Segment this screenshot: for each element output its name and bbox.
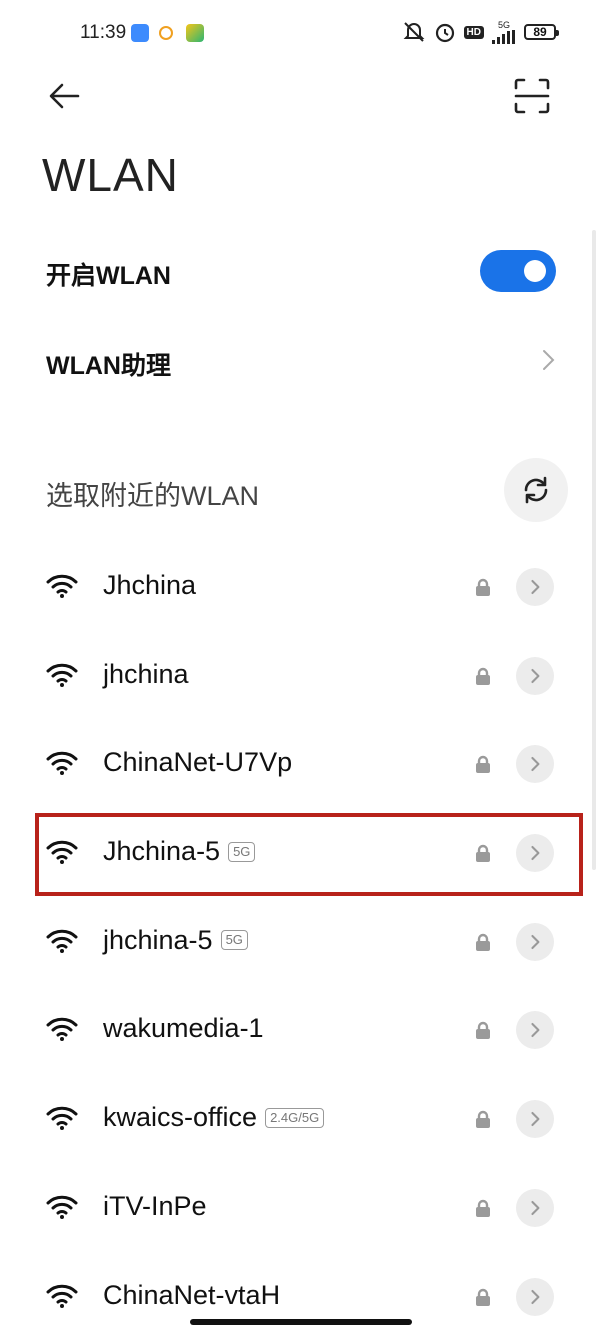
network-name-wrap: ChinaNet-vtaH — [103, 1280, 280, 1311]
network-detail-button[interactable] — [516, 1011, 554, 1049]
refresh-icon — [521, 475, 551, 505]
lock-icon — [474, 1288, 492, 1306]
network-detail-button[interactable] — [516, 1100, 554, 1138]
network-detail-button[interactable] — [516, 745, 554, 783]
wifi-signal-icon — [46, 1283, 78, 1309]
lock-icon — [474, 933, 492, 951]
enable-wlan-label: 开启WLAN — [46, 256, 171, 292]
enable-wlan-toggle[interactable] — [480, 250, 556, 292]
wlan-assistant-label: WLAN助理 — [46, 346, 171, 382]
network-name-wrap: jhchina — [103, 659, 189, 690]
battery-icon: 89 — [524, 24, 556, 40]
network-list: JhchinajhchinaChinaNet-U7VpJhchina-55Gjh… — [0, 543, 600, 1341]
wifi-signal-icon — [46, 928, 78, 954]
network-row[interactable]: iTV-InPe — [0, 1164, 600, 1253]
wifi-signal-icon — [46, 1105, 78, 1131]
network-name-wrap: iTV-InPe — [103, 1191, 207, 1222]
network-row[interactable]: Jhchina — [0, 543, 600, 632]
network-row[interactable]: kwaics-office 2.4G/5G — [0, 1075, 600, 1164]
network-name: wakumedia-1 — [103, 1013, 264, 1044]
home-indicator[interactable] — [190, 1319, 412, 1325]
band-badge: 2.4G/5G — [265, 1108, 324, 1128]
arrow-left-icon — [44, 76, 84, 116]
scan-button[interactable] — [512, 76, 552, 116]
toggle-knob — [524, 260, 546, 282]
chevron-right-icon — [529, 756, 541, 772]
network-name: jhchina — [103, 659, 189, 690]
network-name: Jhchina — [103, 570, 196, 601]
wifi-signal-icon — [46, 573, 78, 599]
network-detail-button[interactable] — [516, 1278, 554, 1316]
network-detail-button[interactable] — [516, 568, 554, 606]
network-name-wrap: Jhchina — [103, 570, 196, 601]
chevron-right-icon — [529, 1022, 541, 1038]
nearby-wlan-label: 选取附近的WLAN — [46, 474, 259, 513]
network-detail-button[interactable] — [516, 1189, 554, 1227]
video-app-icon — [186, 24, 204, 42]
wifi-signal-icon — [46, 662, 78, 688]
chevron-right-icon — [529, 579, 541, 595]
network-name: jhchina-5 — [103, 925, 213, 956]
wlan-assistant-row[interactable]: WLAN助理 — [0, 334, 600, 390]
chevron-right-icon — [540, 348, 556, 372]
network-row[interactable]: wakumedia-1 — [0, 986, 600, 1075]
chevron-right-icon — [529, 668, 541, 684]
network-name-wrap: wakumedia-1 — [103, 1013, 264, 1044]
app-notif-icon — [159, 26, 173, 40]
lock-icon — [474, 1199, 492, 1217]
chevron-right-icon — [529, 1200, 541, 1216]
lock-icon — [474, 1021, 492, 1039]
lock-icon — [474, 1110, 492, 1128]
alarm-icon — [434, 21, 456, 43]
band-badge: 5G — [221, 930, 248, 950]
network-row[interactable]: jhchina — [0, 632, 600, 721]
network-name: iTV-InPe — [103, 1191, 207, 1222]
lock-icon — [474, 578, 492, 596]
network-row[interactable]: ChinaNet-vtaH — [0, 1253, 600, 1341]
feishu-icon — [131, 24, 149, 42]
enable-wlan-row[interactable]: 开启WLAN — [0, 244, 600, 300]
network-row[interactable]: ChinaNet-U7Vp — [0, 720, 600, 809]
page-title: WLAN — [42, 148, 179, 202]
chevron-right-icon — [529, 1289, 541, 1305]
network-name-wrap: jhchina-5 5G — [103, 925, 248, 956]
highlight-box — [35, 813, 583, 896]
network-name: ChinaNet-U7Vp — [103, 747, 292, 778]
wifi-signal-icon — [46, 1194, 78, 1220]
chevron-right-icon — [529, 1111, 541, 1127]
network-name-wrap: kwaics-office 2.4G/5G — [103, 1102, 324, 1133]
mute-icon — [402, 21, 426, 43]
lock-icon — [474, 667, 492, 685]
refresh-button[interactable] — [504, 458, 568, 522]
network-row[interactable]: jhchina-5 5G — [0, 898, 600, 987]
network-name: kwaics-office — [103, 1102, 257, 1133]
status-bar: 11:39 HD 5G 89 — [0, 0, 600, 68]
network-name-wrap: ChinaNet-U7Vp — [103, 747, 292, 778]
qr-scan-icon — [512, 76, 552, 116]
lock-icon — [474, 755, 492, 773]
scrollbar[interactable] — [592, 230, 596, 870]
network-detail-button[interactable] — [516, 923, 554, 961]
chevron-right-icon — [529, 934, 541, 950]
wifi-signal-icon — [46, 750, 78, 776]
network-detail-button[interactable] — [516, 657, 554, 695]
network-name: ChinaNet-vtaH — [103, 1280, 280, 1311]
status-time: 11:39 — [80, 22, 126, 44]
hd-icon: HD — [464, 26, 484, 39]
signal-icon: 5G — [492, 20, 516, 44]
network-type-label: 5G — [497, 20, 511, 30]
back-button[interactable] — [44, 76, 84, 116]
wifi-signal-icon — [46, 1016, 78, 1042]
